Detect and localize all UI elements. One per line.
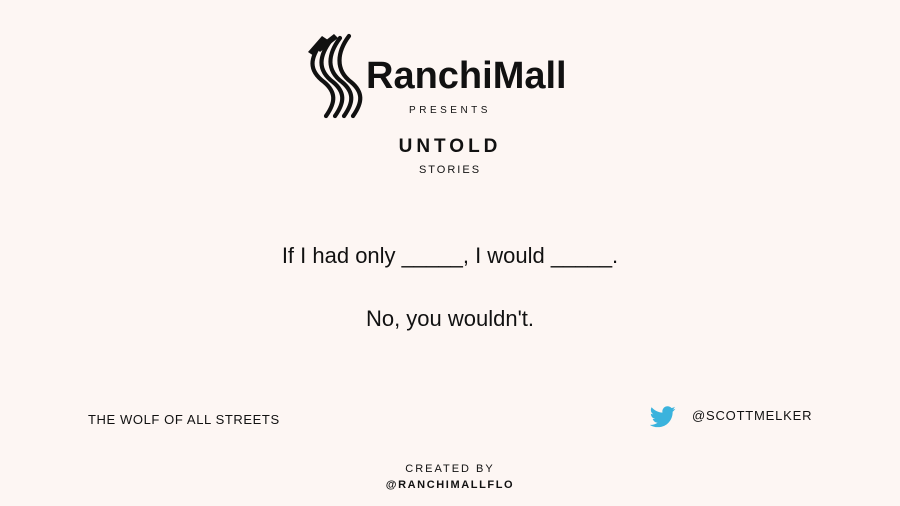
twitter-icon[interactable] (649, 406, 676, 428)
quote-line-1: If I had only _____, I would _____. (281, 243, 619, 268)
creator-handle[interactable]: @RANCHIMALLFLO (0, 479, 900, 491)
series-subtitle: STORIES (418, 164, 482, 176)
brand-name: RanchiMall (366, 55, 567, 97)
author-handle[interactable]: @SCOTTMELKER (692, 408, 812, 423)
presents-label: PRESENTS (0, 105, 900, 117)
author-name: THE WOLF OF ALL STREETS (88, 412, 280, 427)
series-title: UNTOLD (398, 136, 502, 157)
quote-line-2: No, you wouldn't. (365, 306, 535, 331)
presents-text: PRESENTS (409, 105, 491, 116)
created-by-label: CREATED BY (405, 463, 495, 475)
